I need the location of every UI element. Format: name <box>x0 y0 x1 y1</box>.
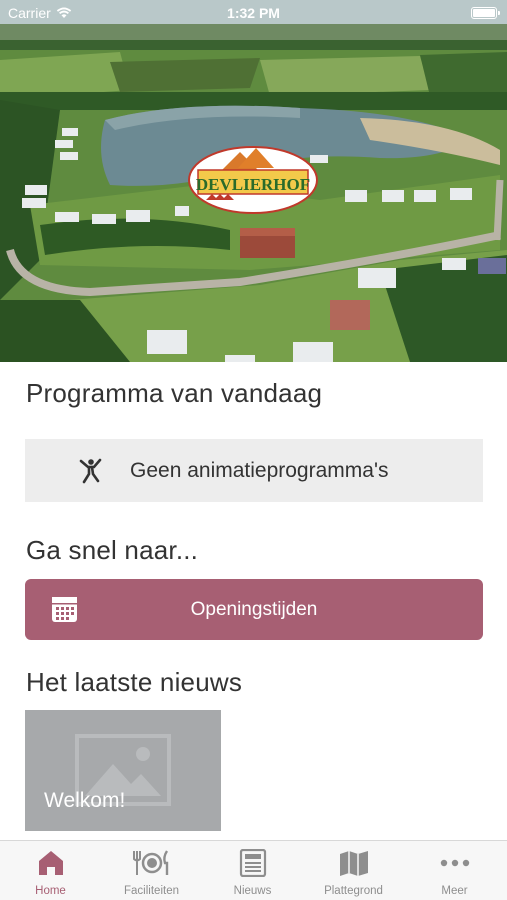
logo-text: DEVLIERHOF <box>196 175 310 194</box>
tab-plattegrond-label: Plattegrond <box>324 885 383 897</box>
tab-home[interactable]: Home <box>0 841 101 900</box>
program-empty-card: Geen animatieprogramma's <box>25 439 483 502</box>
tab-faciliteiten-label: Faciliteiten <box>124 885 179 897</box>
tab-meer[interactable]: Meer <box>404 841 505 900</box>
news-item-card[interactable]: Welkom! <box>25 710 221 831</box>
hero-image: DEVLIERHOF <box>0 0 507 362</box>
opening-hours-button[interactable]: Openingstijden <box>25 579 483 640</box>
tab-bar: Home Faciliteiten Nieuws Plattegrond Mee… <box>0 840 507 900</box>
battery-icon <box>471 7 500 19</box>
status-bar: Carrier 1:32 PM <box>0 0 507 26</box>
tab-plattegrond[interactable]: Plattegrond <box>303 841 404 900</box>
today-section-title: Programma van vandaag <box>26 378 323 408</box>
news-section-title: Het laatste nieuws <box>26 667 243 697</box>
home-icon <box>38 851 63 875</box>
tab-nieuws-label: Nieuws <box>233 885 272 897</box>
quick-links-title: Ga snel naar... <box>26 535 199 565</box>
more-icon <box>440 859 469 867</box>
jumping-person-icon <box>79 458 102 484</box>
tab-home-label: Home <box>35 885 66 897</box>
status-time: 1:32 PM <box>227 5 280 21</box>
campsite-logo: DEVLIERHOF <box>188 146 318 214</box>
tab-meer-label: Meer <box>441 885 468 897</box>
cutlery-icon <box>132 850 168 875</box>
news-item-title: Welkom! <box>44 789 126 812</box>
tab-faciliteiten[interactable]: Faciliteiten <box>101 841 202 900</box>
opening-hours-label: Openingstijden <box>190 599 318 620</box>
tab-nieuws[interactable]: Nieuws <box>202 841 303 900</box>
program-empty-label: Geen animatieprogramma's <box>130 459 389 482</box>
newspaper-icon <box>239 849 266 877</box>
map-icon <box>339 851 368 876</box>
